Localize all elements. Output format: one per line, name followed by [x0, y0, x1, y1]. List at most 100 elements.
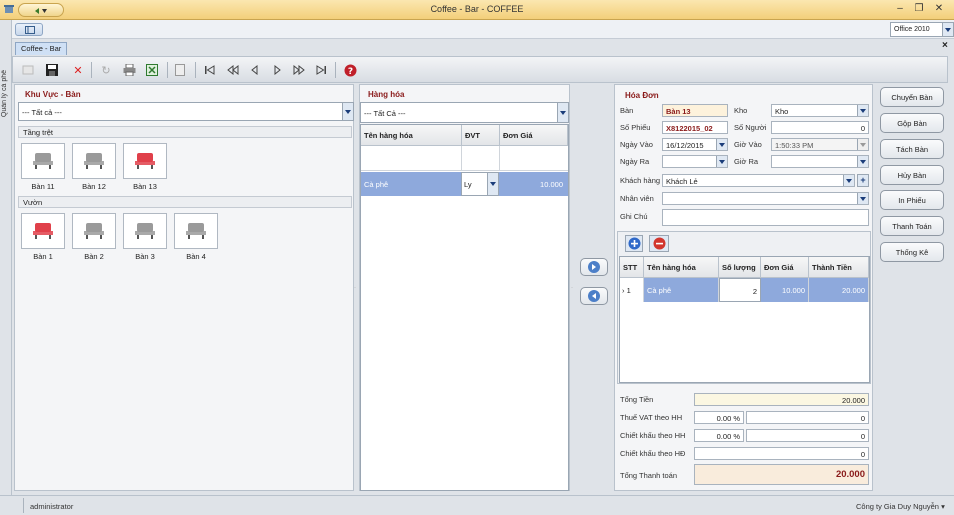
table-tile[interactable]: Bàn 3	[123, 213, 167, 261]
invoice-qty-cell[interactable]: 2	[719, 278, 761, 302]
discount-item-percent-field[interactable]: 0.00 %	[694, 429, 744, 442]
checkout-button[interactable]: Thanh Toán	[880, 216, 944, 236]
last-record-icon[interactable]	[312, 61, 330, 79]
label-gio-ra: Giờ Ra	[734, 157, 759, 166]
status-company[interactable]: Công ty Gia Duy Nguyễn ▾	[856, 502, 945, 511]
free-table-icon	[21, 143, 65, 179]
print-receipt-button[interactable]: In Phiếu	[880, 190, 944, 210]
save-icon[interactable]	[43, 61, 61, 79]
spin-icon[interactable]	[857, 139, 868, 150]
prev-record-icon[interactable]	[246, 61, 264, 79]
group-tables-vuon: Bàn 1 Bàn 2 Bàn 3 Bàn 4	[21, 213, 351, 275]
goods-empty-row[interactable]	[361, 146, 568, 171]
splitter-handle[interactable]: ·	[354, 285, 358, 291]
statistics-button[interactable]: Thống Kê	[880, 242, 944, 262]
restore-button[interactable]: ❐	[912, 2, 926, 16]
prev-page-icon[interactable]	[224, 61, 242, 79]
goods-col-name[interactable]: Tên hàng hóa	[361, 125, 462, 146]
table-field[interactable]: Bàn 13	[662, 104, 728, 117]
area-filter-select[interactable]: --- Tất cả ---	[18, 102, 354, 121]
discount-item-amount-field[interactable]: 0	[746, 429, 869, 442]
unit-select[interactable]: Ly	[461, 172, 499, 196]
new-icon[interactable]	[19, 61, 37, 79]
split-table-button[interactable]: Tách Bàn	[880, 139, 944, 159]
table-tile[interactable]: Bàn 1	[21, 213, 65, 261]
chevron-down-icon[interactable]	[843, 175, 854, 186]
export-excel-icon[interactable]	[143, 61, 161, 79]
chevron-down-icon[interactable]	[342, 103, 353, 120]
add-customer-button[interactable]: +	[857, 174, 869, 187]
chevron-down-icon[interactable]	[487, 173, 498, 195]
invoice-col-price[interactable]: Đơn Giá	[761, 257, 809, 278]
cancel-table-button[interactable]: Hủy Bàn	[880, 165, 944, 185]
help-icon[interactable]: ?	[341, 61, 359, 79]
refresh-icon[interactable]: ↻	[97, 61, 115, 79]
guest-count-field[interactable]: 0	[771, 121, 869, 134]
merge-table-button[interactable]: Gộp Bàn	[880, 113, 944, 133]
goods-col-price[interactable]: Đơn Giá	[500, 125, 568, 146]
remove-line-button[interactable]	[649, 235, 669, 252]
table-tile[interactable]: Bàn 2	[72, 213, 116, 261]
chevron-down-icon[interactable]	[857, 193, 868, 204]
calculator-icon[interactable]	[171, 61, 189, 79]
toolbar: ✕ ↻ ?	[12, 56, 948, 83]
delete-icon[interactable]: ✕	[69, 61, 87, 79]
label-tong-tien: Tổng Tiền	[620, 395, 654, 404]
theme-selector[interactable]: Office 2010	[890, 22, 954, 37]
side-collapsed-panel[interactable]: Quản lý cà phê	[0, 20, 12, 495]
group-header-vuon: Vườn	[18, 196, 352, 208]
table-row[interactable]: Cà phê Ly 10.000	[361, 172, 568, 196]
table-tile[interactable]: Bàn 13	[123, 143, 167, 191]
note-field[interactable]	[662, 209, 869, 226]
next-page-icon[interactable]	[290, 61, 308, 79]
first-record-icon[interactable]	[201, 61, 219, 79]
table-row[interactable]: › 1 Cà phê 2 10.000 20.000	[620, 278, 869, 302]
status-user: administrator	[30, 502, 74, 511]
move-table-button[interactable]: Chuyển Bàn	[880, 87, 944, 107]
chevron-down-icon[interactable]	[716, 156, 727, 167]
theme-selector-value: Office 2010	[894, 26, 930, 33]
time-in-field[interactable]: 1:50:33 PM	[771, 138, 869, 151]
date-out-picker[interactable]	[662, 155, 728, 168]
customer-select[interactable]: Khách Lẻ	[662, 174, 855, 187]
goods-filter-select[interactable]: --- Tất Cả ---	[360, 102, 569, 123]
invoice-col-name[interactable]: Tên hàng hóa	[644, 257, 719, 278]
remove-from-invoice-button[interactable]	[580, 287, 608, 305]
free-table-icon	[174, 213, 218, 249]
invoice-col-qty[interactable]: Số lượng	[719, 257, 761, 278]
table-tile[interactable]: Bàn 4	[174, 213, 218, 261]
close-window-button[interactable]: ✕	[932, 2, 946, 16]
minimize-button[interactable]: –	[893, 2, 907, 16]
vat-percent-field[interactable]: 0.00 %	[694, 411, 744, 424]
date-in-picker[interactable]: 16/12/2015	[662, 138, 728, 151]
invoice-col-total[interactable]: Thành Tiền	[809, 257, 869, 278]
chevron-down-icon[interactable]	[857, 156, 868, 167]
add-line-button[interactable]	[625, 235, 643, 252]
invoice-col-stt[interactable]: STT	[620, 257, 644, 278]
unit-value: Ly	[464, 180, 472, 189]
application-button[interactable]	[15, 23, 43, 36]
document-tab-strip: Coffee - Bar ×	[12, 39, 954, 55]
chevron-down-icon[interactable]	[557, 103, 568, 122]
invoice-total-cell: 20.000	[809, 278, 869, 302]
chevron-down-icon[interactable]	[857, 105, 868, 116]
subtotal-field: 20.000	[694, 393, 869, 406]
chevron-down-icon[interactable]	[716, 139, 727, 150]
label-ghi-chu: Ghi Chú	[620, 212, 648, 221]
splitter-handle[interactable]: ·	[571, 285, 575, 291]
invoice-number-field[interactable]: X8122015_02	[662, 121, 728, 134]
vat-amount-field[interactable]: 0	[746, 411, 869, 424]
time-out-field[interactable]	[771, 155, 869, 168]
print-icon[interactable]	[120, 61, 138, 79]
discount-invoice-field[interactable]: 0	[694, 447, 869, 460]
close-tab-icon[interactable]: ×	[942, 40, 948, 51]
staff-select[interactable]	[662, 192, 869, 205]
goods-col-unit[interactable]: ĐVT	[462, 125, 500, 146]
next-record-icon[interactable]	[268, 61, 286, 79]
table-tile[interactable]: Bàn 11	[21, 143, 65, 191]
warehouse-select[interactable]: Kho	[771, 104, 869, 117]
chevron-down-icon[interactable]	[942, 23, 953, 36]
table-tile[interactable]: Bàn 12	[72, 143, 116, 191]
add-to-invoice-button[interactable]	[580, 258, 608, 276]
tab-coffee-bar[interactable]: Coffee - Bar	[15, 42, 68, 55]
